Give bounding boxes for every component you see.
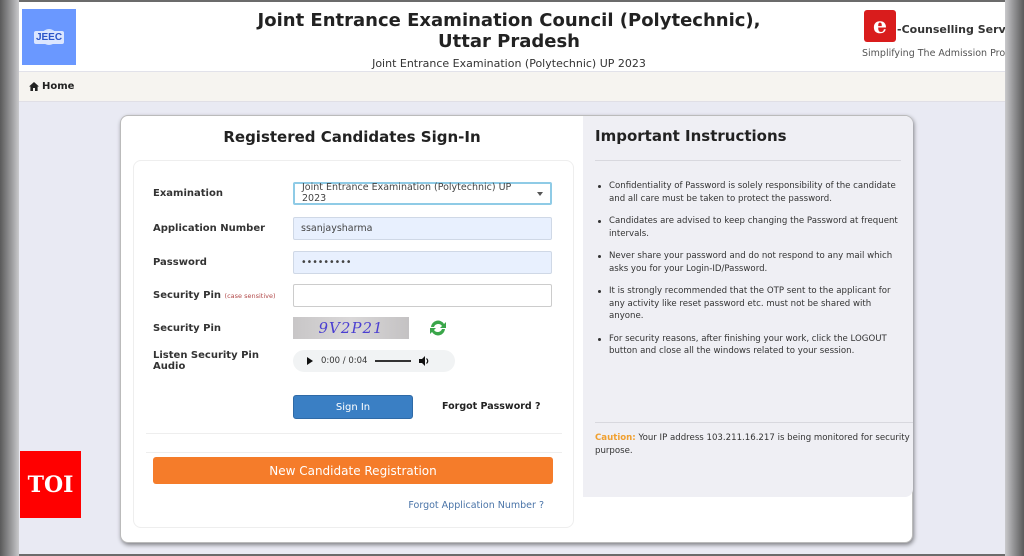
security-pin-row: Security Pin (case sensitive)	[153, 283, 563, 307]
window-frame-left	[0, 0, 19, 556]
brand-name: -Counselling Services	[897, 23, 1005, 36]
instruction-item: It is strongly recommended that the OTP …	[595, 285, 907, 323]
play-icon[interactable]	[307, 357, 313, 365]
refresh-captcha-icon[interactable]	[427, 317, 449, 339]
chevron-down-icon	[537, 191, 543, 196]
caution-notice: Caution: Your IP address 103.211.16.217 …	[595, 432, 915, 457]
signin-title: Registered Candidates Sign-In	[223, 128, 481, 146]
instruction-item: For security reasons, after finishing yo…	[595, 333, 907, 358]
instruction-item: Candidates are advised to keep changing …	[595, 215, 907, 240]
jeec-logo[interactable]: JEEC	[22, 9, 76, 65]
instructions-title: Important Instructions	[595, 127, 787, 145]
audio-label: Listen Security Pin Audio	[153, 350, 259, 372]
instruction-item: Never share your password and do not res…	[595, 250, 907, 275]
examination-label: Examination	[153, 187, 223, 199]
signin-button[interactable]: Sign In	[293, 395, 413, 419]
window-frame-right	[1005, 0, 1024, 556]
captcha-label: Security Pin	[153, 322, 222, 334]
form-divider	[146, 452, 562, 453]
audio-progress-slider[interactable]	[375, 360, 412, 362]
jeec-logo-text: JEEC	[33, 30, 65, 44]
e-counselling-logo-glyph: e	[873, 13, 887, 39]
title-block: Joint Entrance Examination Council (Poly…	[249, 10, 769, 70]
captcha-audio-player[interactable]: 0:00 / 0:04	[293, 350, 455, 372]
caution-divider	[595, 422, 913, 423]
signin-section: Registered Candidates Sign-In Examinatio…	[121, 116, 583, 542]
caution-label: Caution:	[595, 433, 636, 443]
instruction-item: Confidentiality of Password is solely re…	[595, 180, 907, 205]
site-subtitle: Joint Entrance Examination (Polytechnic)…	[372, 57, 646, 70]
audio-time: 0:00 / 0:04	[321, 356, 368, 366]
application-number-input[interactable]: ssanjaysharma	[293, 216, 552, 240]
audio-row: Listen Security Pin Audio 0:00 / 0:04	[153, 349, 563, 373]
e-counselling-logo[interactable]: e	[864, 10, 896, 42]
captcha-row: Security Pin 9V2P21	[153, 316, 563, 340]
instructions-section: Important Instructions Confidentiality o…	[583, 116, 913, 497]
site-title: Joint Entrance Examination Council (Poly…	[257, 10, 761, 52]
application-number-label: Application Number	[153, 222, 266, 234]
brand-tagline: Simplifying The Admission Proce	[862, 48, 1005, 59]
password-input[interactable]: •••••••••	[293, 250, 552, 274]
security-pin-label: Security Pin (case sensitive)	[153, 290, 293, 301]
password-label: Password	[153, 256, 207, 268]
password-row: Password •••••••••	[153, 250, 563, 274]
application-row: Application Number ssanjaysharma	[153, 216, 563, 240]
security-pin-label-text: Security Pin	[153, 289, 222, 301]
navbar: Home	[19, 72, 1005, 102]
instructions-divider	[595, 160, 901, 161]
page: JEEC Joint Entrance Examination Council …	[19, 2, 1005, 554]
home-icon	[29, 82, 39, 91]
caution-text: Your IP address 103.211.16.217 is being …	[595, 433, 910, 456]
captcha-image: 9V2P21	[293, 317, 409, 339]
signin-form: Examination Joint Entrance Examination (…	[133, 160, 574, 528]
case-sensitive-note: (case sensitive)	[224, 291, 276, 300]
examination-select[interactable]: Joint Entrance Examination (Polytechnic)…	[293, 181, 552, 205]
toi-watermark: TOI	[20, 451, 81, 518]
volume-icon[interactable]	[419, 356, 430, 366]
security-pin-input[interactable]	[293, 283, 552, 307]
forgot-application-number-link[interactable]: Forgot Application Number ?	[408, 500, 544, 511]
site-header: JEEC Joint Entrance Examination Council …	[19, 2, 1005, 72]
login-card: Registered Candidates Sign-In Examinatio…	[120, 115, 913, 543]
instructions-list: Confidentiality of Password is solely re…	[595, 180, 907, 368]
examination-row: Examination Joint Entrance Examination (…	[153, 181, 563, 205]
nav-home-link[interactable]: Home	[29, 81, 74, 92]
forgot-password-link[interactable]: Forgot Password ?	[442, 401, 541, 412]
examination-selected: Joint Entrance Examination (Polytechnic)…	[302, 182, 512, 204]
nav-home-label: Home	[42, 81, 75, 92]
form-divider	[146, 433, 562, 434]
new-registration-button[interactable]: New Candidate Registration	[153, 457, 553, 484]
